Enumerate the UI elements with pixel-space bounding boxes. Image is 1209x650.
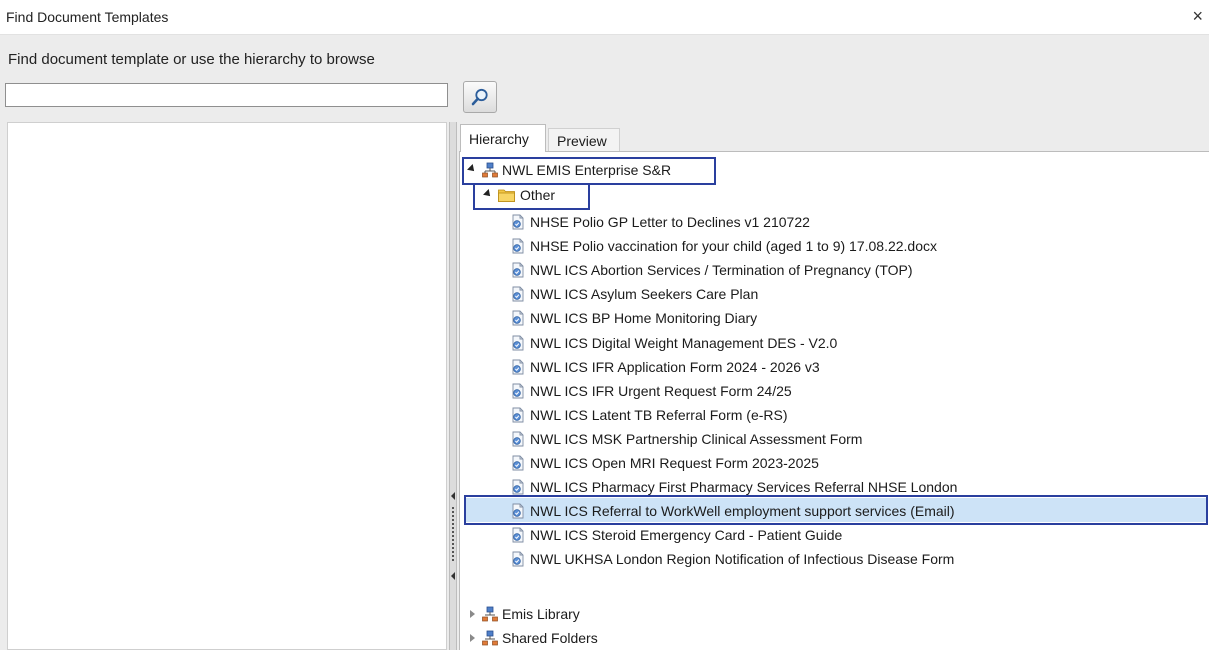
- tree-node-label: NWL UKHSA London Region Notification of …: [530, 551, 955, 567]
- collapse-right-icon[interactable]: [451, 572, 455, 580]
- close-icon[interactable]: ×: [1192, 7, 1203, 25]
- collapse-left-icon[interactable]: [451, 492, 455, 500]
- search-results-pane[interactable]: [7, 122, 447, 650]
- tree-node-label: NWL ICS Asylum Seekers Care Plan: [530, 286, 759, 302]
- tree-node-label: NWL ICS Pharmacy First Pharmacy Services…: [530, 479, 958, 495]
- document-template-icon: [512, 431, 524, 447]
- org-hierarchy-icon: [482, 606, 498, 622]
- document-template-icon: [512, 383, 524, 399]
- search-button[interactable]: [463, 81, 497, 113]
- tab-preview[interactable]: Preview: [548, 128, 620, 152]
- tree-node-label: NWL ICS Open MRI Request Form 2023-2025: [530, 455, 819, 471]
- search-prompt: Find document template or use the hierar…: [8, 51, 375, 68]
- title-bar: Find Document Templates ×: [0, 0, 1209, 35]
- document-template-icon: [512, 551, 524, 567]
- document-template-icon: [512, 238, 524, 254]
- document-template-icon: [512, 286, 524, 302]
- dialog-title: Find Document Templates: [6, 9, 169, 25]
- tree-node-label: NWL ICS Latent TB Referral Form (e-RS): [530, 407, 788, 423]
- tab-hierarchy[interactable]: Hierarchy: [460, 124, 546, 152]
- tree-node-label: NWL ICS BP Home Monitoring Diary: [530, 310, 758, 326]
- tree-node-label: NWL ICS Referral to WorkWell employment …: [530, 503, 955, 519]
- splitter-grip-icon: [452, 507, 454, 562]
- collapsed-arrow-icon[interactable]: [470, 634, 475, 642]
- find-document-templates-dialog: Find Document Templates × Find document …: [0, 0, 1209, 650]
- tree-node-label: NWL ICS Digital Weight Management DES - …: [530, 335, 838, 351]
- tree-node-label: NWL ICS Abortion Services / Termination …: [530, 262, 913, 278]
- tree-node-label: NHSE Polio GP Letter to Declines v1 2107…: [530, 214, 810, 230]
- document-template-icon: [512, 262, 524, 278]
- pane-splitter[interactable]: [449, 122, 457, 650]
- document-template-icon: [512, 503, 524, 519]
- hierarchy-tree: NWL EMIS Enterprise S&R Other NHSE Polio…: [459, 151, 1209, 650]
- tree-node-label: Shared Folders: [502, 630, 598, 646]
- tree-node-label: NWL ICS Steroid Emergency Card - Patient…: [530, 527, 843, 543]
- document-template-icon: [512, 407, 524, 423]
- search-input[interactable]: [5, 83, 448, 107]
- annotation-highlight-root: [462, 157, 716, 185]
- document-template-icon: [512, 527, 524, 543]
- collapsed-arrow-icon[interactable]: [470, 610, 475, 618]
- document-template-icon: [512, 335, 524, 351]
- org-hierarchy-icon: [482, 630, 498, 646]
- document-template-icon: [512, 455, 524, 471]
- document-template-icon: [512, 214, 524, 230]
- tree-node-label: NWL ICS MSK Partnership Clinical Assessm…: [530, 431, 863, 447]
- annotation-highlight-folder: [473, 183, 590, 210]
- tree-node-label: NWL ICS IFR Urgent Request Form 24/25: [530, 383, 792, 399]
- tree-node-label: Emis Library: [502, 606, 580, 622]
- magnifier-icon: [471, 88, 488, 106]
- tree-node-label: NWL ICS IFR Application Form 2024 - 2026…: [530, 359, 820, 375]
- document-template-icon: [512, 479, 524, 495]
- document-template-icon: [512, 310, 524, 326]
- document-template-icon: [512, 359, 524, 375]
- tree-node-label: NHSE Polio vaccination for your child (a…: [530, 238, 938, 254]
